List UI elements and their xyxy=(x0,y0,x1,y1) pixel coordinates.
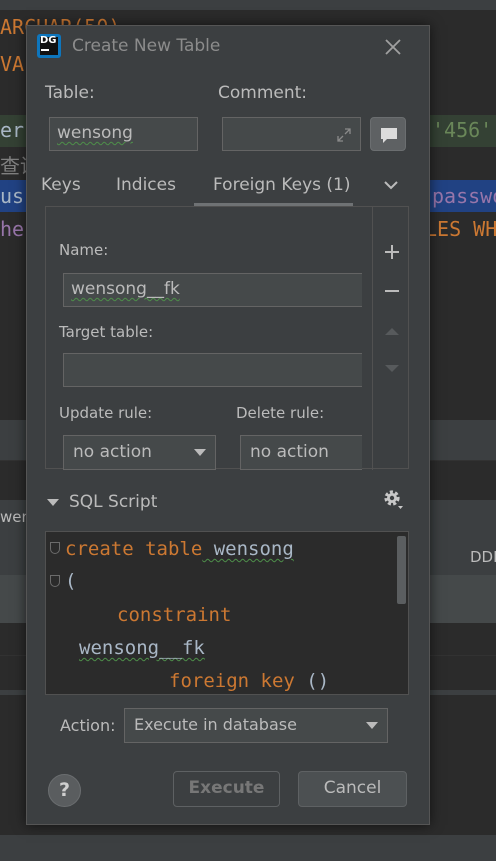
table-label: Table: xyxy=(45,83,95,103)
dialog-title: Create New Table xyxy=(72,36,221,56)
collapse-triangle-icon xyxy=(47,498,59,506)
execute-button[interactable]: Execute xyxy=(173,771,280,807)
fk-toolbar-divider xyxy=(372,207,373,470)
sql-script-header[interactable]: SQL Script xyxy=(47,492,157,512)
bg-statusbar xyxy=(0,835,496,861)
speech-bubble-icon xyxy=(381,128,397,143)
bg-code-line: '456' xyxy=(432,118,493,142)
target-table-input[interactable] xyxy=(63,353,362,387)
chevron-down-icon[interactable] xyxy=(380,174,402,196)
cancel-button[interactable]: Cancel xyxy=(298,771,407,807)
help-button[interactable]: ? xyxy=(48,774,81,807)
comment-button[interactable] xyxy=(370,117,406,151)
bg-code-line: VA xyxy=(0,52,25,76)
sql-line: foreign key () xyxy=(169,670,330,692)
sql-script-editor[interactable]: create table wensong ( constraint wenson… xyxy=(45,531,409,695)
foreign-key-panel: Name: wensong__fk Target table: Update r… xyxy=(45,206,409,470)
gear-icon[interactable] xyxy=(381,487,405,511)
move-up-icon[interactable] xyxy=(382,321,402,341)
sql-scrollbar[interactable] xyxy=(397,536,406,604)
comment-input[interactable] xyxy=(222,117,361,151)
target-table-label: Target table: xyxy=(59,323,154,341)
dropdown-arrow-icon xyxy=(194,449,206,456)
datagrip-logo-icon: DG xyxy=(37,34,61,58)
close-icon[interactable] xyxy=(382,36,404,58)
move-down-icon[interactable] xyxy=(382,358,402,378)
add-icon[interactable] xyxy=(382,242,402,262)
background-toolbar xyxy=(0,0,496,10)
create-table-dialog: DG Create New Table Table: Comment: wens… xyxy=(26,25,430,825)
delete-rule-select[interactable]: no action xyxy=(240,435,362,470)
tab-bar: Keys Indices Foreign Keys (1) xyxy=(27,166,429,206)
fk-name-label: Name: xyxy=(59,241,109,259)
action-label: Action: xyxy=(60,716,116,735)
sql-line: constraint xyxy=(117,604,232,626)
dropdown-arrow-icon xyxy=(366,722,378,729)
bg-code-line: LES WH xyxy=(425,217,496,241)
fold-marker-icon[interactable] xyxy=(50,542,60,554)
fk-name-input[interactable]: wensong__fk xyxy=(63,273,362,307)
bg-code-line: passwo xyxy=(432,184,496,208)
delete-rule-label: Delete rule: xyxy=(236,404,325,422)
expand-icon[interactable] xyxy=(336,127,352,143)
update-rule-select[interactable]: no action xyxy=(63,435,216,470)
tab-keys[interactable]: Keys xyxy=(41,175,81,195)
bg-ddl-label: DDL xyxy=(470,548,496,566)
bg-code-line: er xyxy=(0,118,25,142)
tab-foreign-keys[interactable]: Foreign Keys (1) xyxy=(213,175,351,195)
bg-code-line: us xyxy=(0,184,25,208)
update-rule-label: Update rule: xyxy=(59,404,153,422)
sql-line: wensong__fk xyxy=(79,637,205,659)
fold-marker-icon[interactable] xyxy=(50,575,60,587)
tab-indices[interactable]: Indices xyxy=(116,175,176,195)
table-name-input[interactable]: wensong xyxy=(49,117,198,151)
sql-line: create table wensong xyxy=(65,538,294,560)
sql-line: ( xyxy=(65,570,77,592)
comment-label: Comment: xyxy=(218,83,308,103)
action-select[interactable]: Execute in database xyxy=(124,708,388,743)
remove-icon[interactable] xyxy=(382,281,402,301)
bg-code-line: he xyxy=(0,217,25,241)
